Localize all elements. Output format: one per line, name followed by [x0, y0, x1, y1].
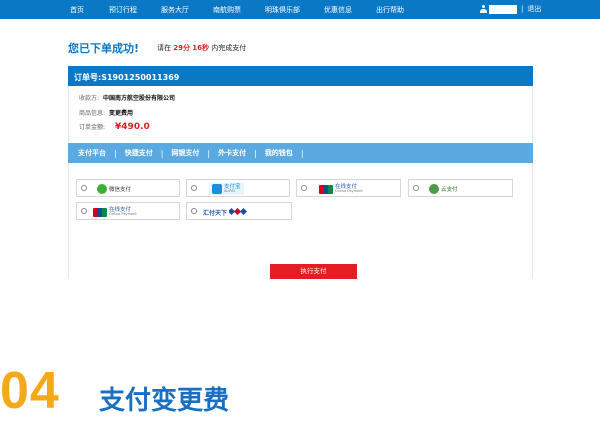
unionpay-logo: 在线支付 Online Payment [93, 206, 137, 218]
order-number-header: 订单号:S1901250011369 [68, 66, 533, 86]
alipay-logo: 支付宝 ALIPAY [209, 183, 244, 195]
tab-quick-pay[interactable]: 快捷支付 [125, 148, 153, 158]
radio-button[interactable] [191, 208, 197, 214]
payment-option-alipay[interactable]: 支付宝 ALIPAY [186, 179, 290, 197]
nav-item-help[interactable]: 出行帮助 [376, 5, 404, 15]
countdown-minutes: 29分 [173, 44, 190, 52]
step-title: 支付变更费 [99, 386, 230, 416]
user-icon [480, 5, 487, 13]
tab-foreign-card[interactable]: 外卡支付 [218, 148, 246, 158]
wechat-pay-logo: 微信支付 [97, 183, 131, 195]
wechat-pay-icon [97, 184, 107, 194]
payee-row: 收款方: 中国南方航空股份有限公司 [79, 93, 175, 102]
payment-option-wechat[interactable]: 微信支付 [76, 179, 180, 197]
payment-tabs: 支付平台 | 快捷支付 | 网银支付 | 外卡支付 | 我的钱包 | [68, 143, 533, 163]
nav-item-buy-tickets[interactable]: 南航购票 [213, 5, 241, 15]
tab-online-banking[interactable]: 网银支付 [171, 148, 199, 158]
execute-payment-button[interactable]: 执行支付 [270, 264, 357, 279]
chinapnr-icon [229, 207, 248, 216]
top-nav: 首页 预订行程 服务大厅 南航购票 明珠俱乐部 优惠信息 出行帮助 | 退出 [0, 0, 600, 19]
goods-label: 商品信息: [79, 110, 106, 117]
payment-option-sublabel: Online Payment [109, 212, 137, 216]
tab-my-wallet[interactable]: 我的钱包 [265, 148, 293, 158]
step-number: 04 [0, 362, 60, 420]
payment-option-sublabel: Online Payment [335, 189, 363, 193]
payment-option-chinapnr[interactable]: 汇付天下 [186, 202, 292, 220]
order-details: 收款方: 中国南方航空股份有限公司 商品信息: 变更费用 订单金额: ¥490.0 [68, 86, 533, 142]
amount-label: 订单金额: [79, 124, 106, 131]
unionpay-icon [319, 184, 333, 194]
tab-separator: | [114, 148, 117, 158]
nav-item-home[interactable]: 首页 [70, 5, 84, 15]
order-success-title: 您已下单成功! [68, 42, 140, 55]
payment-option-unionpay[interactable]: 在线支付 Online Payment [296, 179, 401, 197]
amount-value: ¥490.0 [115, 122, 150, 132]
nav-item-promotions[interactable]: 优惠信息 [324, 5, 352, 15]
nav-item-pearl-club[interactable]: 明珠俱乐部 [265, 5, 300, 15]
payment-option-label: 汇付天下 [203, 209, 228, 217]
radio-button[interactable] [301, 185, 307, 191]
radio-button[interactable] [413, 185, 419, 191]
payment-options-area: 微信支付 支付宝 ALIPAY 在线支付 Online Payment 云支付 … [68, 163, 533, 279]
tab-separator: | [207, 148, 211, 158]
user-area: | 退出 [480, 4, 541, 14]
payee-label: 收款方: [79, 95, 100, 102]
chinapnr-logo: 汇付天下 [203, 206, 248, 218]
radio-button[interactable] [81, 185, 87, 191]
goods-row: 商品信息: 变更费用 [79, 108, 133, 117]
tab-payment-platform[interactable]: 支付平台 [78, 148, 106, 158]
radio-button[interactable] [191, 185, 197, 191]
payment-option-label: 微信支付 [109, 187, 132, 193]
tab-separator: | [254, 148, 257, 158]
nav-item-booking[interactable]: 预订行程 [109, 5, 137, 15]
page: 首页 预订行程 服务大厅 南航购票 明珠俱乐部 优惠信息 出行帮助 | 退出 您… [0, 0, 600, 424]
payment-option-label: 云支付 [441, 187, 458, 193]
unionpay-icon [93, 207, 107, 217]
payment-option-unionpay-2[interactable]: 在线支付 Online Payment [76, 202, 180, 220]
payment-countdown: 请在 29分 16秒 内完成支付 [157, 43, 246, 53]
payment-option-sublabel: ALIPAY [224, 189, 236, 193]
payee-value: 中国南方航空股份有限公司 [103, 95, 176, 102]
countdown-seconds: 16秒 [192, 44, 209, 52]
nav-separator: | [521, 5, 524, 13]
unionpay-logo: 在线支付 Online Payment [319, 183, 363, 195]
username-field[interactable] [489, 4, 517, 14]
countdown-suffix: 内完成支付 [211, 44, 247, 52]
alipay-icon [212, 184, 222, 194]
countdown-prefix: 请在 [157, 44, 171, 52]
logout-link[interactable]: 退出 [527, 4, 541, 14]
nav-item-service-hall[interactable]: 服务大厅 [161, 5, 189, 15]
amount-row: 订单金额: ¥490.0 [79, 122, 150, 132]
radio-button[interactable] [81, 208, 87, 214]
cloud-pay-icon [429, 184, 439, 194]
goods-value: 变更费用 [109, 110, 134, 117]
tab-separator: | [160, 148, 164, 158]
cloud-pay-logo: 云支付 [429, 183, 458, 195]
tab-separator: | [300, 148, 304, 158]
payment-option-cloud-pay[interactable]: 云支付 [408, 179, 513, 197]
